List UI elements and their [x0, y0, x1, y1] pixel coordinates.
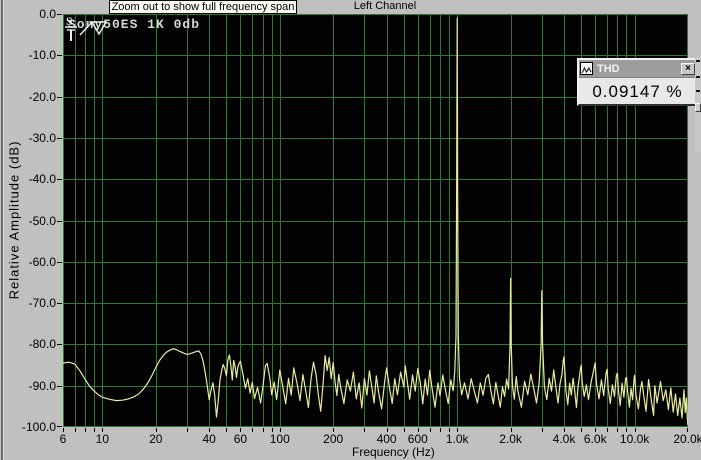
y-tick-label: -70.0	[28, 296, 56, 311]
x-tick-label: 1.0k	[445, 432, 469, 446]
x-tick-label: 100	[269, 432, 290, 446]
x-tick-label: 200	[323, 432, 344, 446]
y-tick	[57, 221, 62, 222]
y-tick-label: -40.0	[28, 172, 56, 187]
clipped-panel-strip	[695, 57, 701, 152]
x-tick-label: 20	[149, 432, 163, 446]
x-tick-label: 6.0k	[583, 432, 607, 446]
x-axis-title: Frequency (Hz)	[352, 445, 435, 459]
y-tick	[57, 344, 62, 345]
clipped-dash	[696, 90, 700, 92]
y-tick-label: -60.0	[28, 254, 56, 269]
y-tick	[57, 303, 62, 304]
y-tick	[57, 14, 62, 15]
y-tick-label: 0.0	[39, 7, 56, 21]
x-tick-label: 10	[95, 432, 110, 446]
x-tick-label: 20.0k	[673, 432, 701, 446]
y-tick	[57, 386, 62, 387]
x-tick-label: 6	[59, 432, 67, 446]
clipped-dash	[696, 60, 700, 62]
sound-technology-logo-icon: S	[65, 14, 108, 41]
spectra-analyzer-window: Zoom out to show full frequency span Lef…	[0, 0, 701, 460]
y-tick-label: -50.0	[28, 213, 56, 228]
x-tick-label: 600	[407, 432, 428, 446]
x-tick-label: 60	[233, 432, 248, 446]
y-tick-label: -10.0	[28, 48, 56, 63]
y-tick	[57, 138, 62, 139]
y-tick-label: -90.0	[28, 378, 56, 393]
thd-window-title: THD	[597, 62, 620, 75]
y-tick	[57, 55, 62, 56]
y-tick-label: -20.0	[28, 89, 56, 104]
chart-title: Left Channel	[353, 0, 417, 12]
y-tick-label: -30.0	[28, 130, 56, 145]
y-tick	[57, 426, 62, 427]
thd-titlebar[interactable]: THD ×	[579, 60, 696, 77]
close-icon[interactable]: ×	[681, 62, 695, 75]
clipped-dash	[696, 76, 700, 78]
x-tick-label: 10.0k	[619, 432, 650, 446]
y-tick	[57, 97, 62, 98]
zoom-tooltip: Zoom out to show full frequency span	[109, 0, 297, 14]
x-tick-label: 2.0k	[499, 432, 522, 446]
window-left-border-highlight	[3, 0, 4, 460]
thd-value: 0.09147 %	[579, 77, 696, 104]
svg-text:S: S	[66, 14, 73, 28]
y-tick	[57, 179, 62, 180]
y-tick-label: -100.0	[21, 420, 56, 434]
y-tick-label: -80.0	[28, 337, 56, 352]
waveform-icon	[580, 62, 593, 75]
clipped-button	[695, 103, 701, 112]
y-tick	[57, 262, 62, 263]
thd-window[interactable]: THD × 0.09147 %	[577, 58, 698, 106]
